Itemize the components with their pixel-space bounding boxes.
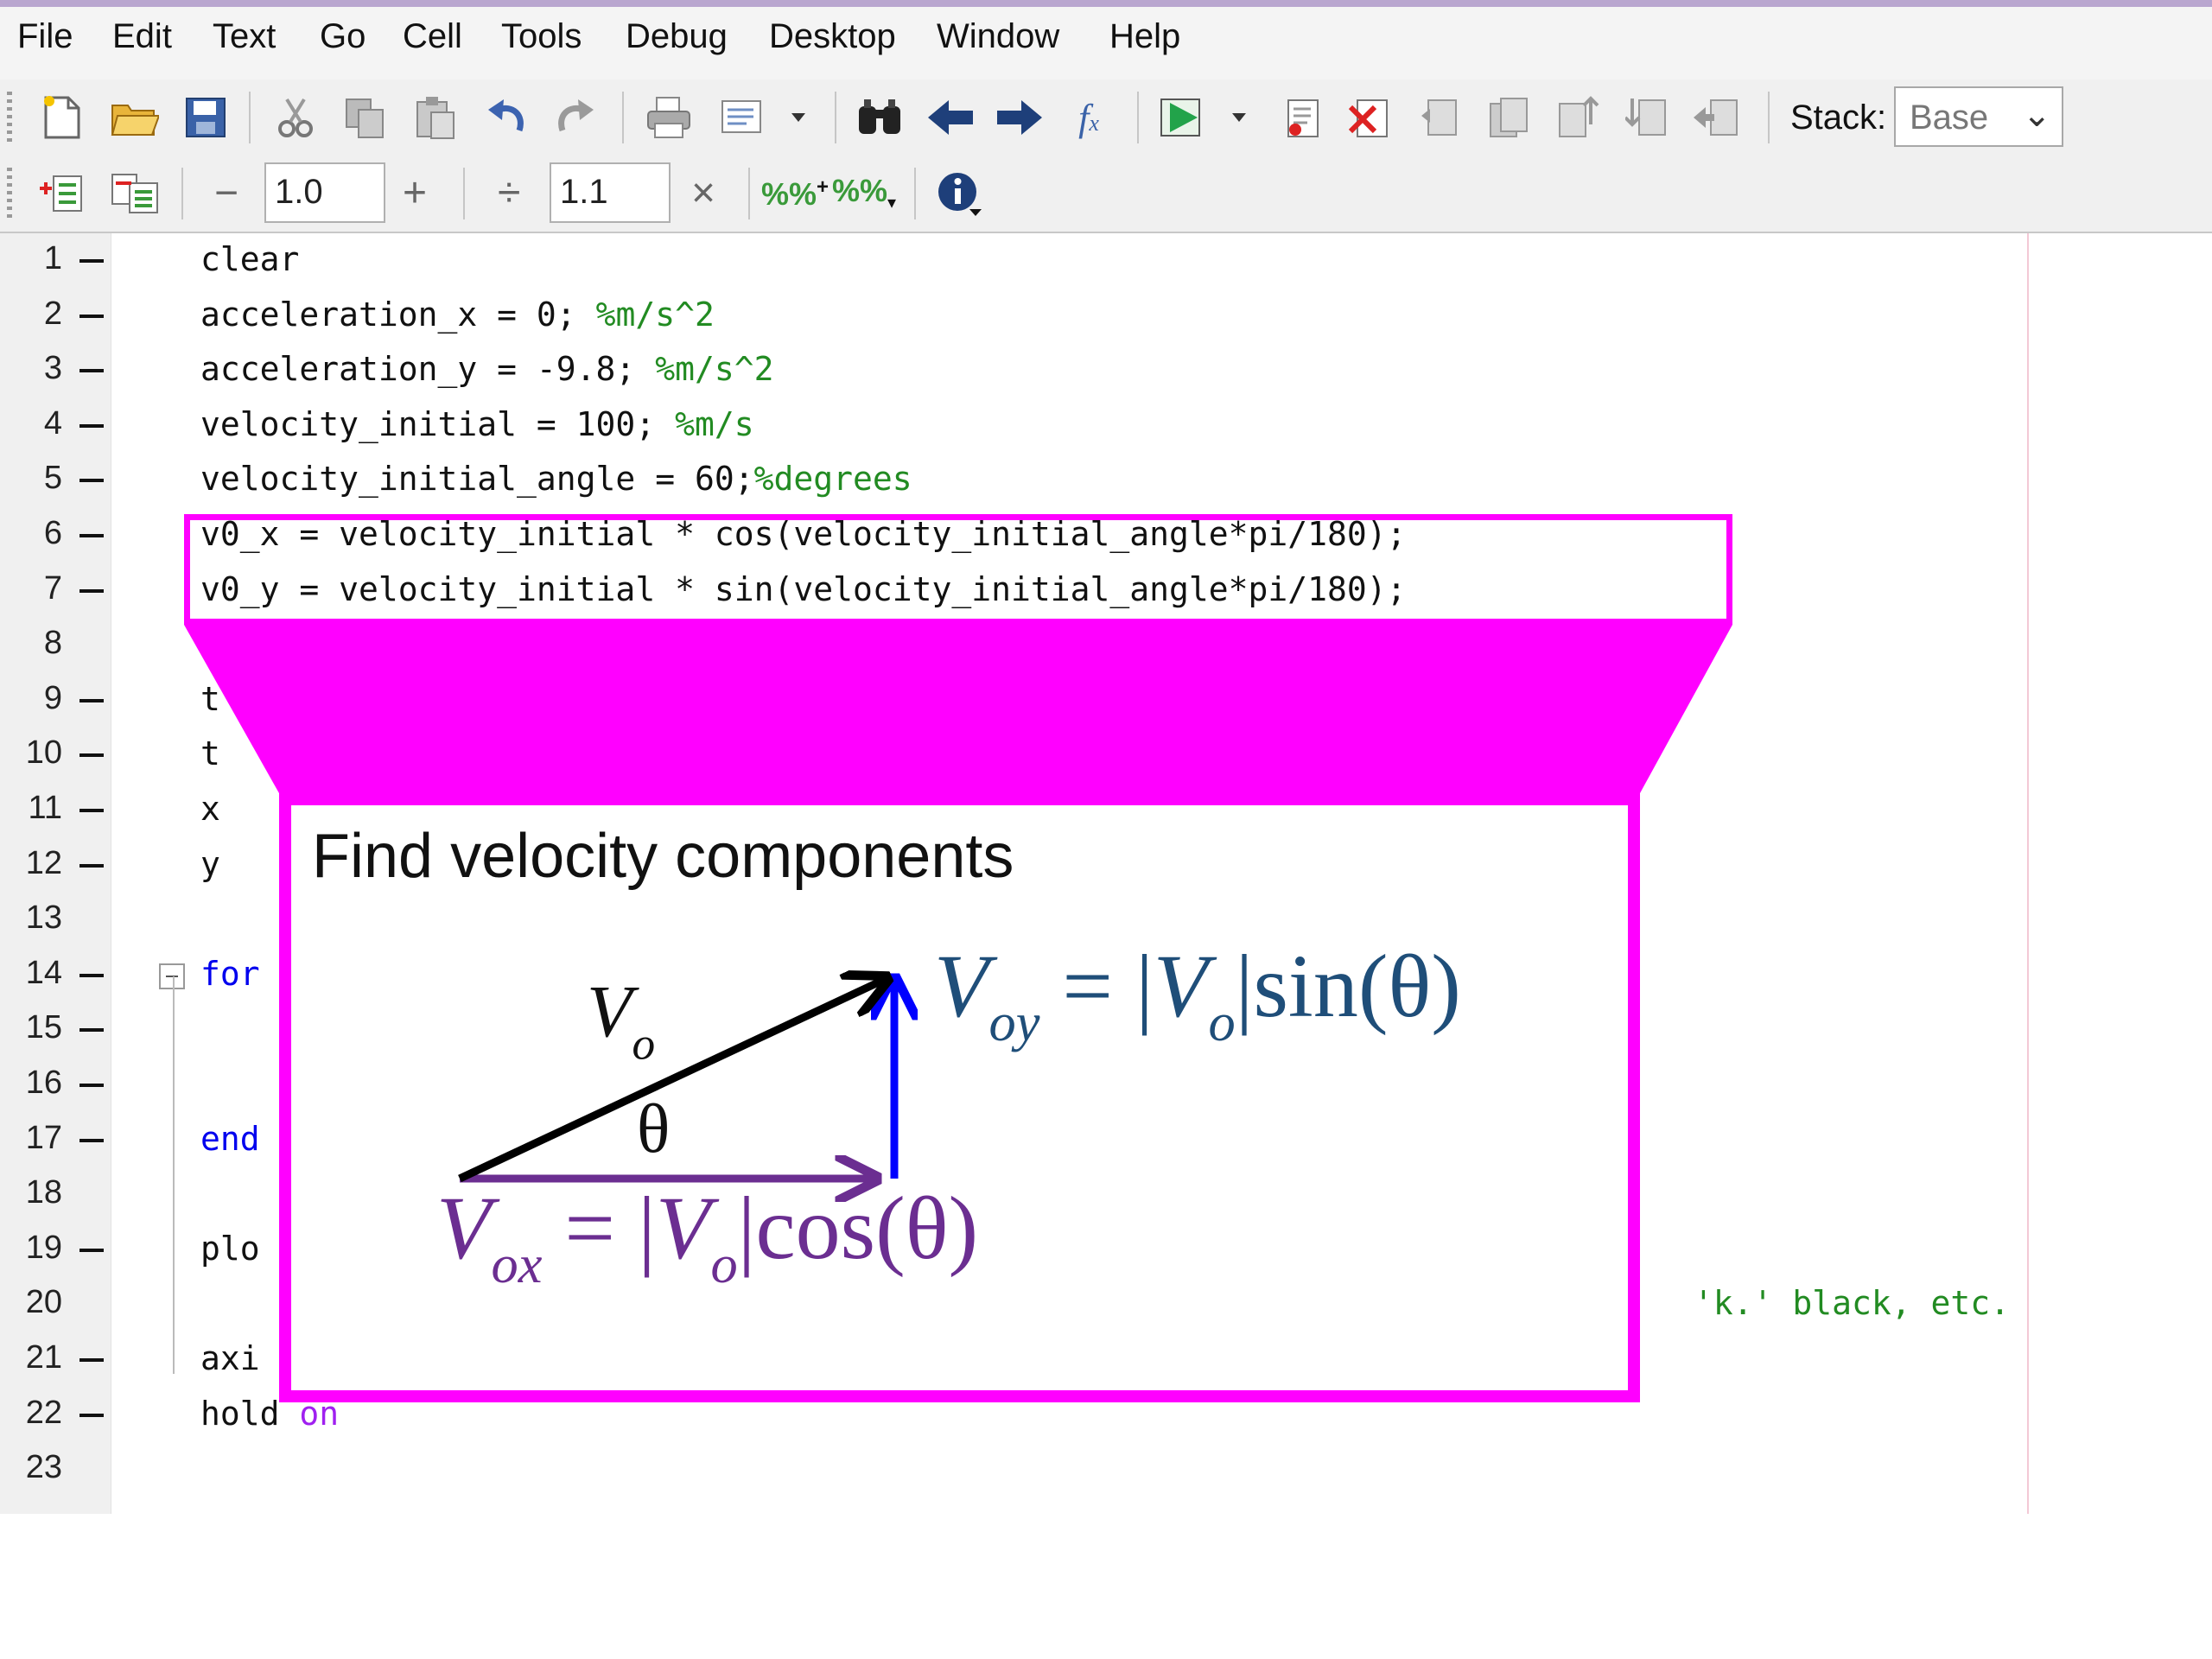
velocity-components-callout: Find velocity components Vo θ Voy = |Vo|… (279, 793, 1640, 1402)
v0-vector (458, 978, 887, 1183)
v0-label: Vo (587, 969, 656, 1070)
highlight-box (184, 514, 1732, 625)
vx-formula: Vox = |Vo|cos(θ) (436, 1179, 979, 1295)
vy-formula: Voy = |Vo|sin(θ) (934, 937, 1461, 1053)
theta-label: θ (637, 1091, 671, 1167)
vector-triangle-diagram (458, 805, 1628, 1390)
